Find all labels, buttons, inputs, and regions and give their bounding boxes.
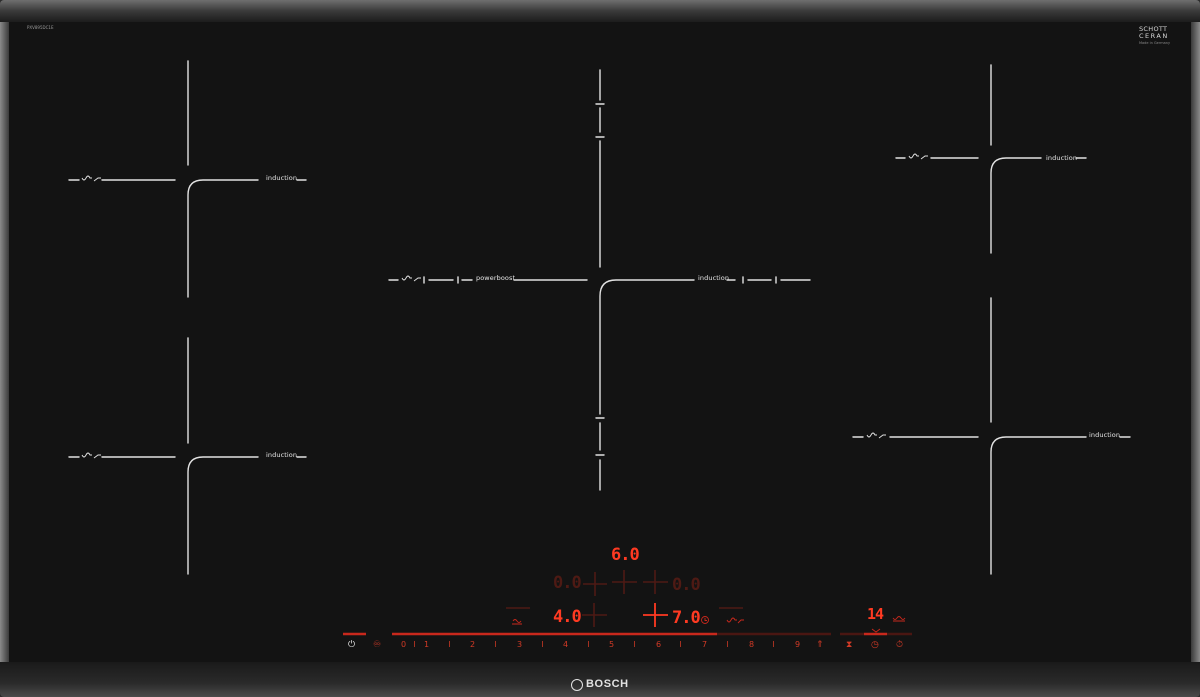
stopwatch-icon[interactable]: ⏱ <box>896 641 903 650</box>
power-scale-4[interactable]: 4 <box>563 640 568 649</box>
power-icon[interactable]: ⏻ <box>348 641 355 650</box>
zone-select-dim-1[interactable] <box>583 572 607 596</box>
power-scale-7[interactable]: 7 <box>702 640 707 649</box>
scale-tick <box>680 641 681 647</box>
zone-select-dim-2[interactable] <box>612 570 637 594</box>
scale-tick <box>634 641 635 647</box>
bosch-logo-icon <box>571 679 583 691</box>
flex-zone-icon <box>726 617 744 624</box>
keep-warm-icon <box>512 619 522 625</box>
powerboost-icon[interactable]: ⇑ <box>816 641 824 650</box>
scale-tick <box>727 641 728 647</box>
zone-select-dim-4[interactable] <box>582 603 607 627</box>
power-scale-2[interactable]: 2 <box>470 640 475 649</box>
power-scale-9[interactable]: 9 <box>795 640 800 649</box>
brand-name: BOSCH <box>586 678 629 690</box>
info-icon[interactable]: ⧗ <box>846 641 852 650</box>
power-scale-0[interactable]: 0 <box>401 640 406 649</box>
child-lock-icon[interactable]: ♾ <box>373 641 381 650</box>
zone-select-active[interactable] <box>643 603 668 627</box>
power-scale-3[interactable]: 3 <box>517 640 522 649</box>
zone-select-dim-3[interactable] <box>643 570 668 594</box>
timer-icon[interactable]: ◷ <box>871 641 879 650</box>
scale-tick <box>414 641 415 647</box>
timer-hand <box>704 618 707 621</box>
scale-tick <box>542 641 543 647</box>
wipe-protection-icon <box>892 616 906 622</box>
power-scale-5[interactable]: 5 <box>609 640 614 649</box>
chevron-down-icon <box>871 628 881 633</box>
control-panel-graphics <box>343 570 912 636</box>
scale-tick <box>449 641 450 647</box>
scale-tick <box>588 641 589 647</box>
scale-tick <box>773 641 774 647</box>
induction-cooktop: PXV895DC1E SCHOTT CERAN Made in Germany … <box>0 0 1200 697</box>
power-scale-6[interactable]: 6 <box>656 640 661 649</box>
power-scale-8[interactable]: 8 <box>749 640 754 649</box>
power-scale-1[interactable]: 1 <box>424 640 429 649</box>
scale-tick <box>495 641 496 647</box>
